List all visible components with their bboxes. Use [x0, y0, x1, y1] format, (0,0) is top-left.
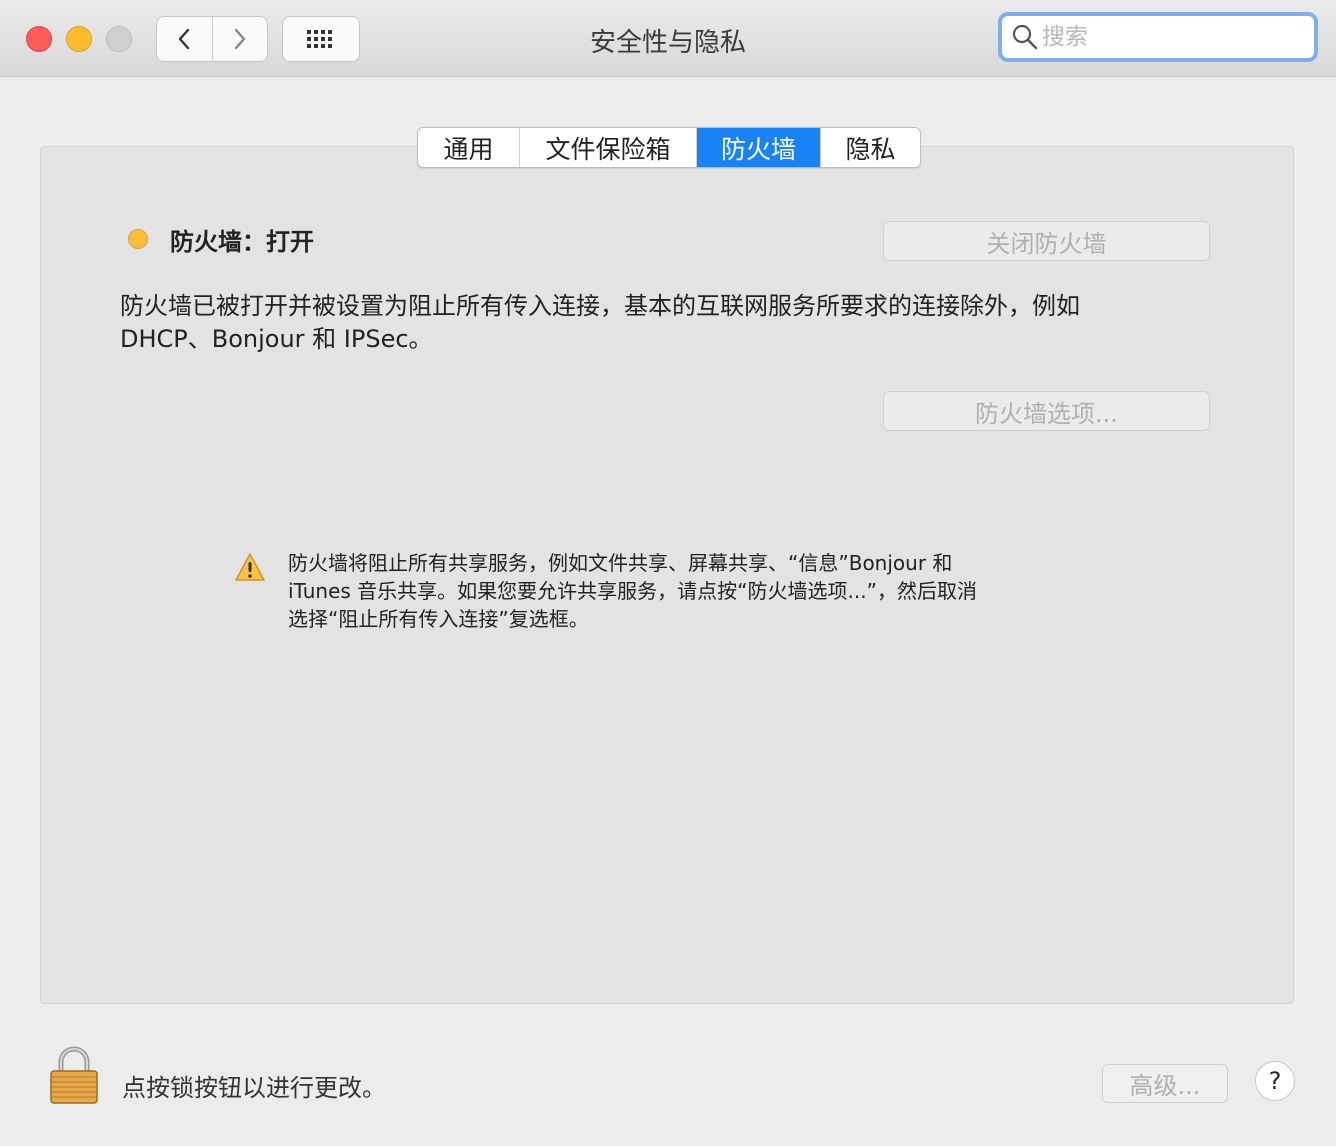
back-button[interactable] [157, 17, 212, 61]
help-button[interactable]: ? [1255, 1061, 1295, 1101]
turn-off-firewall-button[interactable]: 关闭防火墙 [883, 221, 1210, 261]
firewall-description-line: DHCP、Bonjour 和 IPSec。 [120, 325, 433, 353]
chevron-right-icon [234, 28, 245, 50]
minimize-window-button[interactable] [66, 26, 92, 52]
close-window-button[interactable] [26, 26, 52, 52]
title-bar: 安全性与隐私 [0, 0, 1336, 77]
tab-bar: 通用 文件保险箱 防火墙 隐私 [417, 127, 921, 168]
firewall-description: 防火墙已被打开并被设置为阻止所有传入连接，基本的互联网服务所要求的连接除外，例如… [120, 290, 1210, 356]
warning-line: iTunes 音乐共享。如果您要允许共享服务，请点按“防火墙选项...”，然后取… [288, 579, 977, 603]
tab-general[interactable]: 通用 [418, 128, 519, 167]
lock-icon[interactable] [48, 1046, 100, 1106]
chevron-left-icon [179, 28, 190, 50]
search-field[interactable] [998, 12, 1318, 62]
lock-hint-text: 点按锁按钮以进行更改。 [122, 1074, 386, 1102]
zoom-window-button[interactable] [106, 26, 132, 52]
tab-firewall[interactable]: 防火墙 [696, 128, 820, 167]
show-all-button[interactable] [282, 16, 360, 62]
firewall-options-button[interactable]: 防火墙选项... [883, 391, 1210, 431]
advanced-button[interactable]: 高级... [1102, 1064, 1228, 1103]
tab-filevault[interactable]: 文件保险箱 [519, 128, 696, 167]
warning-line: 防火墙将阻止所有共享服务，例如文件共享、屏幕共享、“信息”Bonjour 和 [288, 551, 953, 575]
firewall-status-label: 防火墙：打开 [170, 228, 314, 256]
firewall-warning-text: 防火墙将阻止所有共享服务，例如文件共享、屏幕共享、“信息”Bonjour 和 i… [288, 549, 1078, 633]
warning-line: 选择“阻止所有传入连接”复选框。 [288, 607, 589, 631]
warning-icon [235, 553, 265, 581]
search-input[interactable] [1040, 23, 1304, 51]
search-icon [1012, 24, 1038, 50]
tab-privacy[interactable]: 隐私 [820, 128, 920, 167]
firewall-description-line: 防火墙已被打开并被设置为阻止所有传入连接，基本的互联网服务所要求的连接除外，例如 [120, 292, 1080, 320]
grid-icon [307, 30, 332, 48]
forward-button[interactable] [211, 17, 268, 61]
firewall-status-indicator [128, 229, 148, 249]
navigation-buttons [156, 16, 268, 62]
